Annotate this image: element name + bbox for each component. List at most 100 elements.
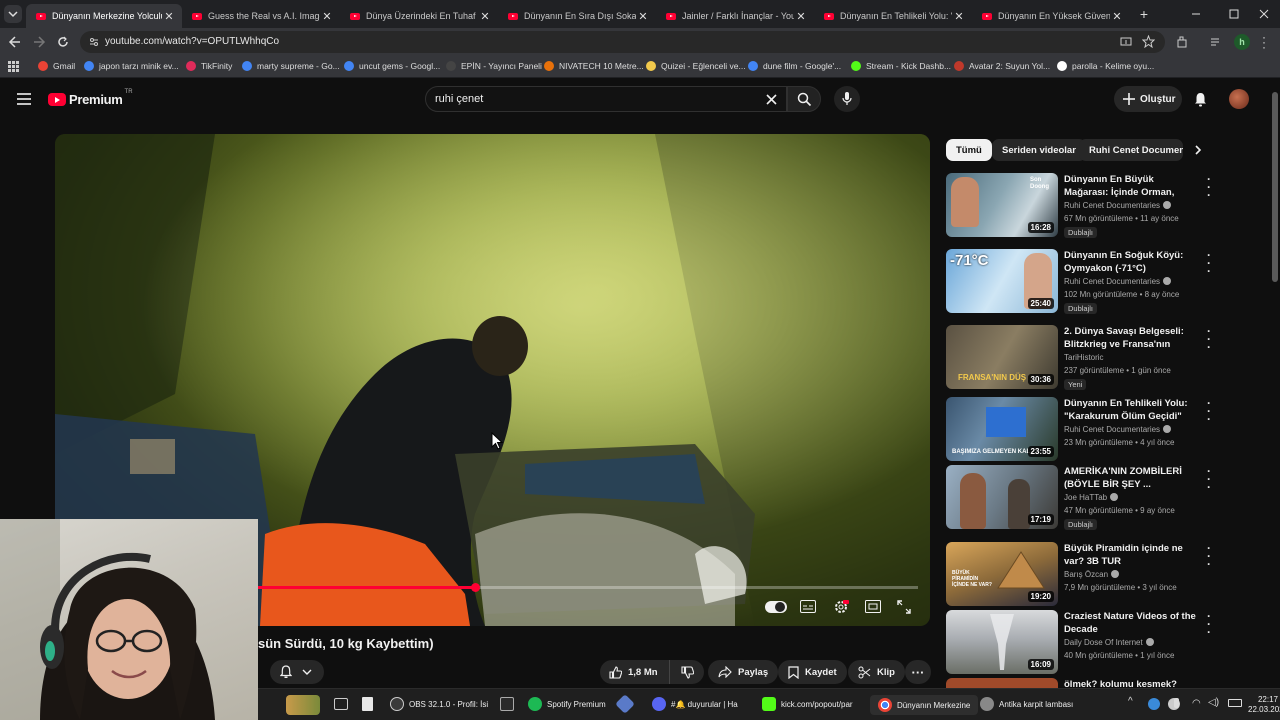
- battery-icon[interactable]: [1228, 699, 1242, 707]
- channel-name[interactable]: Daily Dose Of Internet: [1064, 638, 1154, 647]
- task-view-icon[interactable]: [334, 698, 348, 710]
- scrollbar-thumb[interactable]: [1272, 92, 1278, 282]
- profile-avatar[interactable]: h: [1234, 34, 1250, 50]
- new-tab-button[interactable]: +: [1136, 6, 1152, 22]
- create-button[interactable]: Oluştur: [1114, 86, 1182, 112]
- channel-name[interactable]: Ruhi Cenet Documentaries: [1064, 425, 1172, 434]
- tray-app-icon[interactable]: [1148, 698, 1160, 710]
- taskbar-item-chrome[interactable]: Dünyanın Merkezine: [870, 695, 979, 715]
- video-thumbnail[interactable]: 17:19: [946, 465, 1058, 529]
- bookmark-item[interactable]: dune film - Google'...: [748, 61, 841, 71]
- channel-name[interactable]: Ruhi Cenet Documentaries: [1064, 201, 1172, 210]
- close-window-button[interactable]: [1258, 8, 1270, 20]
- voice-search-button[interactable]: [834, 86, 860, 112]
- more-vertical-icon[interactable]: · · ·: [1204, 542, 1214, 570]
- tab-1[interactable]: Guess the Real vs A.I. Image! - ✕: [182, 4, 340, 28]
- share-button[interactable]: Paylaş: [708, 660, 779, 684]
- notifications-bell-icon[interactable]: [1194, 92, 1207, 107]
- close-icon[interactable]: ✕: [162, 10, 176, 23]
- hamburger-menu-icon[interactable]: [17, 93, 31, 105]
- save-button[interactable]: Kaydet: [778, 660, 847, 684]
- bookmark-item[interactable]: Quizei - Eğlenceli ve...: [646, 61, 746, 71]
- taskbar-item-browser[interactable]: Antika karpit lambası: [980, 697, 1073, 711]
- bookmark-item[interactable]: TikFinity: [186, 61, 232, 71]
- tab-0[interactable]: Dünyanın Merkezine Yolculuk (I ✕: [26, 4, 182, 28]
- bookmark-item[interactable]: Gmail: [38, 61, 75, 71]
- more-vertical-icon[interactable]: · · ·: [1204, 173, 1214, 201]
- back-button[interactable]: [8, 35, 22, 49]
- recommendation-item[interactable]: BÜYÜK PİRAMİDİN İÇİNDE NE VAR? 19:20 Büy…: [946, 542, 1216, 606]
- tab-5[interactable]: Dünyanın En Tehlikeli Yolu: "Ka ✕: [814, 4, 972, 28]
- taskbar-item-discord[interactable]: #🔔 duyurular | Ha: [652, 697, 738, 711]
- wifi-icon[interactable]: ◠: [1192, 698, 1201, 709]
- apps-grid-icon[interactable]: [8, 61, 19, 72]
- taskbar-widget[interactable]: [286, 695, 320, 715]
- video-thumbnail[interactable]: Son Doong 16:28: [946, 173, 1058, 237]
- more-vertical-icon[interactable]: · · ·: [1204, 397, 1214, 425]
- chip-channel[interactable]: Ruhi Cenet Documentaries: [1079, 139, 1183, 161]
- more-actions-button[interactable]: ···: [905, 660, 931, 684]
- close-icon[interactable]: ✕: [952, 10, 966, 23]
- bookmark-item[interactable]: Avatar 2: Suyun Yol...: [954, 61, 1050, 71]
- volume-icon[interactable]: ◁): [1208, 697, 1219, 708]
- clock[interactable]: 22:17 22.03.2026: [1248, 695, 1280, 715]
- video-thumbnail[interactable]: 16:09: [946, 610, 1058, 674]
- more-vertical-icon[interactable]: · · ·: [1204, 249, 1214, 277]
- bookmark-item[interactable]: EPİN - Yayıncı Paneli: [446, 61, 542, 71]
- extensions-icon[interactable]: [1176, 36, 1188, 48]
- video-thumbnail[interactable]: FRANSA'NIN DÜŞ 30:36: [946, 325, 1058, 389]
- youtube-logo[interactable]: Premium TR: [48, 89, 133, 107]
- install-app-icon[interactable]: [1120, 36, 1132, 48]
- forward-button[interactable]: [32, 35, 46, 49]
- app-icon[interactable]: [615, 694, 635, 714]
- more-vertical-icon[interactable]: · · ·: [1204, 325, 1214, 353]
- recommendation-item[interactable]: Son Doong 16:28 Dünyanın En Büyük Mağara…: [946, 173, 1216, 238]
- taskbar-item-kick[interactable]: kick.com/popout/par: [762, 697, 853, 711]
- clear-search-icon[interactable]: [766, 94, 777, 105]
- media-control-icon[interactable]: [1210, 36, 1222, 48]
- recommendation-item[interactable]: ölmek? kolumu kesmek?: [946, 678, 1216, 688]
- recommendation-item[interactable]: 16:09 Craziest Nature Videos of the Deca…: [946, 610, 1216, 674]
- video-thumbnail[interactable]: [946, 678, 1058, 688]
- fullscreen-icon[interactable]: [897, 600, 911, 614]
- settings-gear-icon[interactable]: [833, 599, 849, 615]
- recommendation-item[interactable]: FRANSA'NIN DÜŞ 30:36 2. Dünya Savaşı Bel…: [946, 325, 1216, 390]
- miniplayer-icon[interactable]: [865, 600, 881, 613]
- taskbar-item-obs[interactable]: OBS 32.1.0 - Profil: İsi: [390, 697, 488, 711]
- channel-name[interactable]: Joe HaTTab: [1064, 493, 1119, 502]
- tab-2[interactable]: Dünya Üzerindeki En Tuhaf 20 ✕: [340, 4, 498, 28]
- subtitles-icon[interactable]: [800, 600, 816, 613]
- close-icon[interactable]: ✕: [1110, 10, 1124, 23]
- dislike-button[interactable]: [670, 660, 704, 684]
- video-thumbnail[interactable]: BÜYÜK PİRAMİDİN İÇİNDE NE VAR? 19:20: [946, 542, 1058, 606]
- bookmark-item[interactable]: Stream - Kick Dashb...: [851, 61, 951, 71]
- chip-all[interactable]: Tümü: [946, 139, 992, 161]
- bookmark-item[interactable]: marty supreme - Go...: [242, 61, 340, 71]
- tab-4[interactable]: Jainler / Farklı İnançlar - YouTu ✕: [656, 4, 814, 28]
- tab-3[interactable]: Dünyanın En Sıra Dışı Sokak Ye ✕: [498, 4, 656, 28]
- bookmark-item[interactable]: parolla - Kelime oyu...: [1057, 61, 1154, 71]
- minimize-button[interactable]: [1190, 8, 1202, 20]
- like-button[interactable]: 1,8 Mn: [600, 660, 670, 684]
- restore-button[interactable]: [1228, 8, 1240, 20]
- autoplay-toggle[interactable]: [765, 601, 787, 613]
- bookmark-item[interactable]: uncut gems - Googl...: [344, 61, 440, 71]
- search-button[interactable]: [787, 86, 821, 112]
- recommendation-item[interactable]: 17:19 AMERİKA'NIN ZOMBİLERİ (BÖYLE BİR Ş…: [946, 465, 1216, 530]
- tab-6[interactable]: Dünyanın En Yüksek Güvenlikli ✕: [972, 4, 1130, 28]
- recommendation-item[interactable]: BAŞIMIZA GELMEYEN KAL 23:55 Dünyanın En …: [946, 397, 1216, 461]
- channel-name[interactable]: Ruhi Cenet Documentaries: [1064, 277, 1172, 286]
- microphone-icon[interactable]: [1174, 698, 1179, 708]
- bookmark-star-icon[interactable]: [1142, 35, 1155, 48]
- search-input[interactable]: ruhi çenet: [425, 86, 787, 112]
- address-bar[interactable]: youtube.com/watch?v=OPUTLWhhqCo: [80, 31, 1165, 53]
- account-avatar[interactable]: [1229, 89, 1249, 109]
- close-icon[interactable]: ✕: [320, 10, 334, 23]
- file-icon[interactable]: [362, 697, 373, 711]
- tab-search-button[interactable]: [4, 5, 22, 23]
- more-vertical-icon[interactable]: · · ·: [1204, 610, 1214, 638]
- close-icon[interactable]: ✕: [794, 10, 808, 23]
- page-scrollbar[interactable]: [1272, 82, 1278, 688]
- bookmark-item[interactable]: NIVATECH 10 Metre...: [544, 61, 644, 71]
- close-icon[interactable]: ✕: [478, 10, 492, 23]
